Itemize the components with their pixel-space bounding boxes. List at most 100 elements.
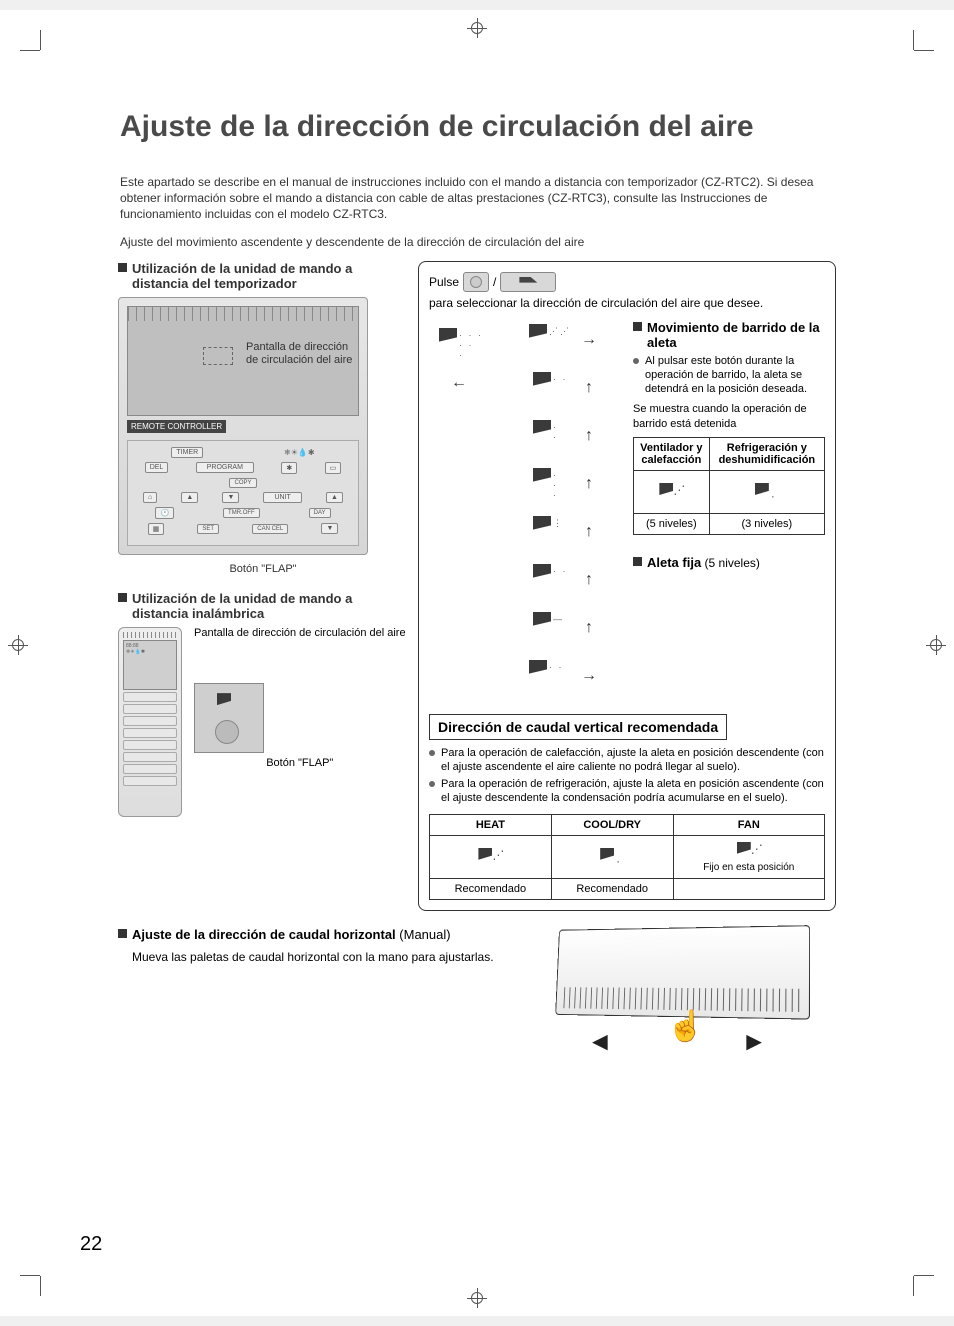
hz-head-paren: (Manual) — [396, 927, 451, 942]
levels-3-label: (3 niveles) — [709, 514, 824, 535]
flap-icon — [215, 691, 243, 713]
sweep-bullet: Al pulsar este botón durante la operació… — [633, 354, 825, 397]
mode-icons: ❄☀💧✱ — [284, 448, 315, 457]
sweep-table-col2: Refrigeración y deshumidificación — [709, 438, 824, 471]
set-button-icon: SET — [197, 524, 219, 534]
fan-fixed-note: Fijo en esta posición — [703, 862, 794, 874]
pulse-sep: / — [493, 275, 496, 289]
sweep-note: Se muestra cuando la operación de barrid… — [633, 402, 825, 431]
wireless-remote-lcd: 88:88❄☀💧✱ — [123, 640, 177, 690]
rec-th-cooldry: COOL/DRY — [551, 814, 673, 835]
page: Ajuste de la dirección de circulación de… — [0, 10, 954, 1316]
rec-bullet-2: Para la operación de refrigeración, ajus… — [429, 777, 825, 806]
position-4-icon: ··· — [529, 464, 577, 504]
flap-wide-button-icon — [500, 272, 556, 292]
timer-remote-heading: Utilización de la unidad de mando a dist… — [118, 261, 408, 291]
lcd-callout-label: Pantalla de dirección de circulación del… — [246, 341, 358, 367]
up-arrow-icon: ▲ — [181, 492, 198, 503]
ac-unit-illustration: ◄ ► — [518, 927, 836, 1017]
left-big-arrow-icon: ◄ — [587, 1026, 613, 1057]
sweep-heading: Movimiento de barrido de la aleta — [633, 320, 825, 350]
temp-down-icon: ▼ — [321, 523, 338, 534]
timer-remote-lcd: Pantalla de dirección de circulación del… — [127, 306, 359, 416]
fixed-flap-heading: Aleta fija — [633, 555, 701, 570]
right-arrow-icon: → — [581, 667, 597, 685]
up-arrow-icon: ↑ — [585, 571, 593, 589]
horizontal-adjust-body: Mueva las paletas de caudal horizontal c… — [132, 950, 498, 966]
sweep-table-col1: Ventilador y calefacción — [634, 438, 710, 471]
up-arrow-icon: ↑ — [585, 619, 593, 637]
rec-td-heat: Recomendado — [430, 878, 552, 899]
flap-indicator-icon — [203, 347, 233, 365]
down-arrow-icon: ▼ — [222, 492, 239, 503]
cool-dry-icon — [753, 481, 781, 503]
timer-label: TIMER — [171, 447, 203, 458]
intro-text: Este apartado se describe en el manual d… — [120, 174, 834, 223]
crop-mark-icon — [894, 1256, 934, 1296]
position-1-icon: ⋰⋰ — [525, 320, 573, 360]
sweep-table: Ventilador y calefacción Refrigeración y… — [633, 437, 825, 535]
rec-th-fan: FAN — [673, 814, 824, 835]
fixed-flap-levels: (5 niveles) — [705, 556, 760, 570]
right-arrow-icon: → — [581, 331, 597, 349]
timer-remote-illustration: Pantalla de dirección de circulación del… — [118, 297, 368, 555]
registration-mark-icon — [8, 635, 28, 655]
up-arrow-icon: ↑ — [585, 523, 593, 541]
subheading: Ajuste del movimiento ascendente y desce… — [120, 235, 834, 249]
wireless-remote-illustration: 88:88❄☀💧✱ — [118, 627, 182, 817]
up-arrow-icon: ↑ — [585, 379, 593, 397]
recommended-direction-heading: Dirección de caudal vertical recomendada — [429, 714, 727, 740]
position-8-icon: · · — [525, 656, 573, 696]
del-button-icon: DEL — [145, 462, 169, 473]
registration-mark-icon — [467, 18, 487, 38]
left-arrow-icon: ← — [451, 374, 467, 392]
tmroff-button-icon: TMR.OFF — [223, 508, 260, 518]
crop-mark-icon — [20, 30, 60, 70]
unit-button-icon: UNIT — [263, 492, 301, 503]
fan-button-icon: ✱ — [281, 462, 297, 474]
vent-button-icon: ▦ — [148, 523, 165, 535]
right-big-arrow-icon: ► — [741, 1026, 767, 1057]
position-2-icon: · · — [529, 368, 577, 408]
pulse-suffix: para seleccionar la dirección de circula… — [429, 296, 763, 310]
position-7-icon: — — [529, 608, 577, 648]
fan-flap-icon — [735, 840, 763, 862]
sweep-flap-icon: · · ·· ·· — [435, 324, 483, 364]
temp-up-icon: ▲ — [326, 492, 343, 503]
crop-mark-icon — [20, 1256, 60, 1296]
rec-td-cooldry: Recomendado — [551, 878, 673, 899]
page-title: Ajuste de la dirección de circulación de… — [120, 110, 834, 144]
horizontal-adjust-heading: Ajuste de la dirección de caudal horizon… — [118, 927, 498, 942]
rec-th-heat: HEAT — [430, 814, 552, 835]
rec-bullet-1: Para la operación de calefacción, ajuste… — [429, 746, 825, 775]
flap-round-button-icon — [463, 272, 489, 292]
timer-remote-buttons: TIMER ❄☀💧✱ DEL PROGRAM ✱ ▭ COPY ⌂ ▲ — [127, 440, 359, 546]
registration-mark-icon — [926, 635, 946, 655]
up-arrow-icon: ↑ — [585, 427, 593, 445]
remote-controller-label: REMOTE CONTROLLER — [127, 420, 226, 433]
flap-button-zoom — [194, 683, 264, 753]
program-button-icon: PROGRAM — [196, 462, 254, 473]
heat-flap-icon — [476, 846, 504, 868]
registration-mark-icon — [467, 1288, 487, 1308]
position-5-icon: ⋮ — [529, 512, 577, 552]
home-button-icon: ⌂ — [143, 492, 157, 503]
crop-mark-icon — [894, 30, 934, 70]
flap-round-button-icon — [215, 720, 239, 744]
position-3-icon: ·· — [529, 416, 577, 456]
wireless-flap-caption: Botón "FLAP" — [194, 757, 406, 769]
day-button-icon: DAY — [309, 508, 331, 518]
page-number: 22 — [80, 1233, 102, 1256]
cancel-button-icon: CAN CEL — [252, 524, 288, 534]
wireless-lcd-callout: Pantalla de dirección de circulación del… — [194, 627, 406, 639]
clock-button-icon: 🕐 — [155, 507, 174, 519]
right-panel: Pulse / para seleccionar la dirección de… — [418, 261, 836, 911]
up-arrow-icon: ↑ — [585, 475, 593, 493]
wireless-remote-heading: Utilización de la unidad de mando a dist… — [118, 591, 408, 621]
position-6-icon: · · — [529, 560, 577, 600]
flap-button-caption: Botón "FLAP" — [118, 563, 408, 575]
levels-5-label: (5 niveles) — [634, 514, 710, 535]
fan-heat-icon — [657, 481, 685, 503]
left-column: Utilización de la unidad de mando a dist… — [118, 261, 408, 911]
recommended-table: HEAT COOL/DRY FAN Fijo en esta posición — [429, 814, 825, 900]
